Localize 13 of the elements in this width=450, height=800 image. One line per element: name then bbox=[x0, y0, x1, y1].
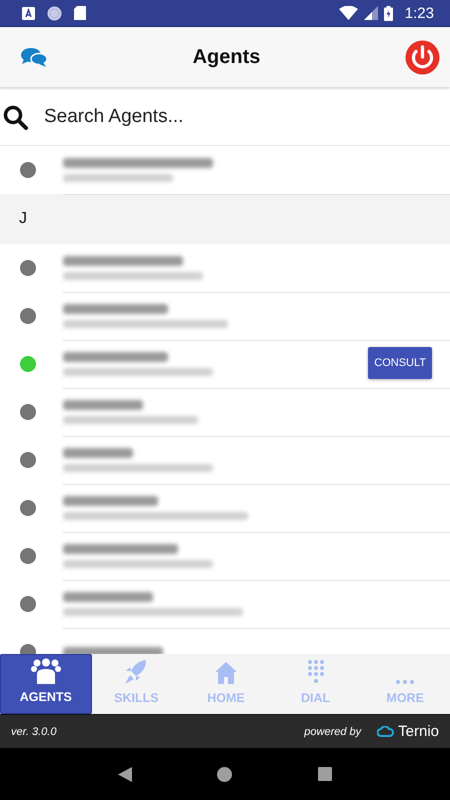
status-time: 1:23 bbox=[404, 4, 434, 22]
search-field[interactable]: Search Agents... bbox=[42, 105, 446, 129]
consult-button[interactable]: CONSULT bbox=[368, 347, 432, 379]
page-title: Agents bbox=[192, 46, 260, 68]
nav-tab[interactable]: AGENTS bbox=[0, 654, 92, 714]
nav-tab[interactable]: MORE bbox=[360, 654, 450, 714]
brand-logo: Ternio bbox=[398, 723, 439, 740]
section-letter: J bbox=[19, 210, 27, 228]
powered-by-text: powered by bbox=[304, 726, 362, 738]
nav-tab[interactable]: SKILLS bbox=[92, 654, 182, 714]
version-text: ver. 3.0.0 bbox=[11, 726, 58, 738]
nav-tab[interactable]: DIAL bbox=[270, 654, 360, 714]
nav-tab[interactable]: HOME bbox=[181, 654, 271, 714]
